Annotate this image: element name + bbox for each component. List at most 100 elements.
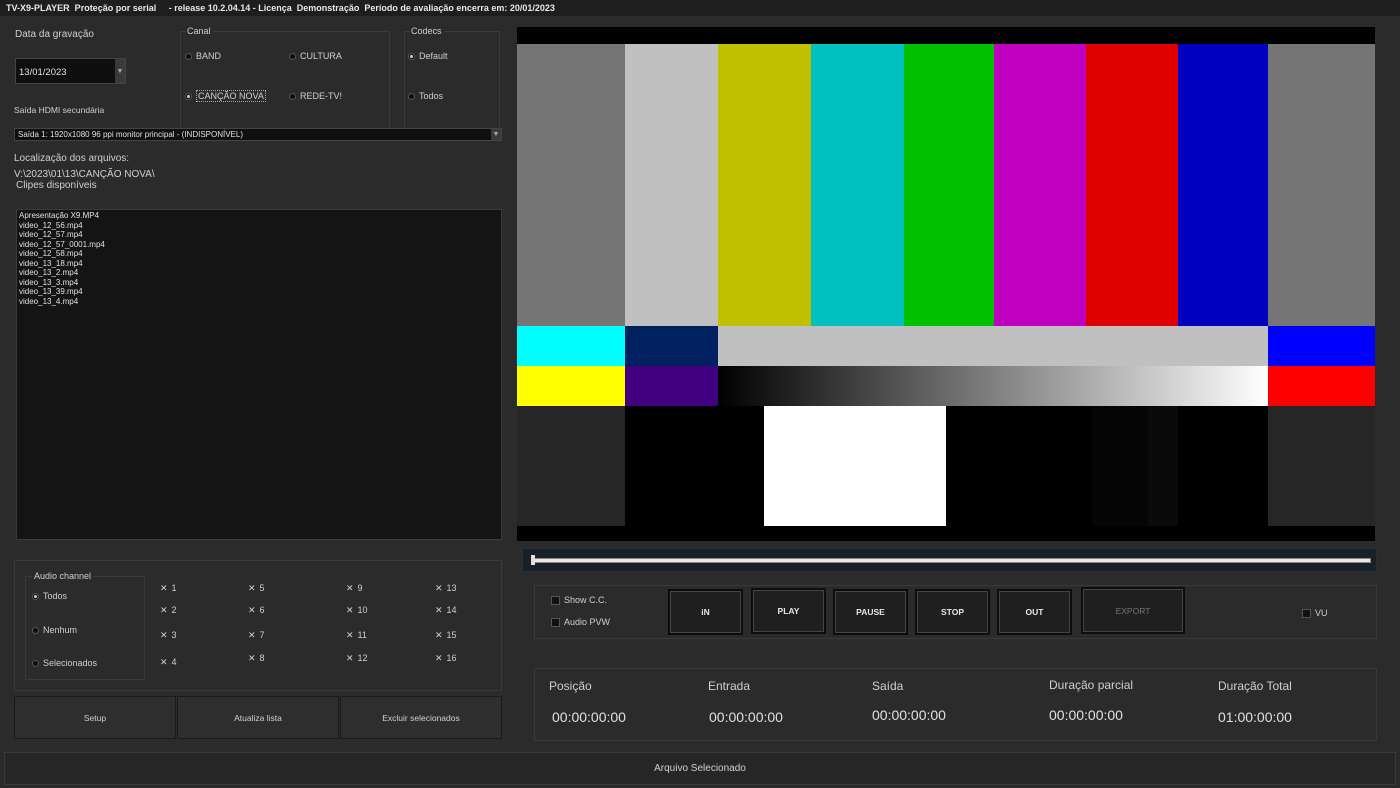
audio-channel-checkbox-12[interactable]: ✕ 12 bbox=[346, 653, 368, 664]
clips-list[interactable]: Apresentação X9.MP4 video_12_56.mp4 video_… bbox=[16, 209, 502, 540]
play-button[interactable]: PLAY bbox=[751, 588, 826, 634]
audio-channel-checkbox-5[interactable]: ✕ 5 bbox=[248, 583, 265, 594]
entry-label: Entrada bbox=[708, 679, 751, 693]
audio-pvw-checkbox[interactable]: Audio PVW bbox=[551, 617, 610, 628]
canal-option-cancao-nova[interactable]: CANÇÃO NOVA bbox=[185, 90, 266, 102]
recording-date-label: Data da gravação bbox=[15, 29, 94, 40]
checkbox-checked-icon: ✕ bbox=[346, 605, 354, 615]
delete-selected-button[interactable]: Excluir selecionados bbox=[340, 696, 502, 739]
timeline-bar bbox=[531, 558, 1371, 563]
checkbox-checked-icon: ✕ bbox=[160, 605, 168, 615]
refresh-list-button[interactable]: Atualiza lista bbox=[177, 696, 339, 739]
checkbox-icon bbox=[551, 596, 560, 606]
clip-list-item[interactable]: video_12_56.mp4 bbox=[17, 221, 501, 231]
audio-channel-title: Audio channel bbox=[32, 571, 94, 581]
clip-list-item[interactable]: video_12_57.mp4 bbox=[17, 230, 501, 240]
radio-icon bbox=[185, 53, 192, 61]
color-bar bbox=[1268, 366, 1375, 406]
clips-label: Clipes disponíveis bbox=[16, 180, 97, 191]
setup-button[interactable]: Setup bbox=[14, 696, 176, 739]
audio-channel-checkbox-9[interactable]: ✕ 9 bbox=[346, 583, 363, 594]
in-button[interactable]: iN bbox=[668, 589, 743, 635]
checkbox-checked-icon: ✕ bbox=[435, 630, 443, 640]
color-bar bbox=[1086, 44, 1178, 326]
color-bar bbox=[625, 366, 718, 406]
position-label: Posição bbox=[549, 679, 592, 693]
radio-selected-icon bbox=[185, 93, 192, 101]
recording-date-picker[interactable]: 13/01/2023 ▼ bbox=[15, 58, 126, 84]
checkbox-checked-icon: ✕ bbox=[435, 605, 443, 615]
audio-mode-nenhum[interactable]: Nenhum bbox=[32, 625, 77, 635]
vu-checkbox[interactable]: VU bbox=[1302, 608, 1328, 619]
audio-channel-checkbox-4[interactable]: ✕ 4 bbox=[160, 657, 177, 668]
checkbox-checked-icon: ✕ bbox=[160, 630, 168, 640]
clip-list-item[interactable]: Apresentação X9.MP4 bbox=[17, 211, 501, 221]
partial-duration-value: 00:00:00:00 bbox=[1049, 707, 1123, 723]
radio-icon bbox=[289, 93, 296, 101]
checkbox-checked-icon: ✕ bbox=[160, 583, 168, 593]
out-button[interactable]: OUT bbox=[997, 589, 1072, 635]
audio-channel-checkbox-8[interactable]: ✕ 8 bbox=[248, 653, 265, 664]
radio-selected-icon bbox=[408, 53, 415, 61]
chevron-down-icon[interactable]: ▼ bbox=[115, 59, 125, 83]
radio-icon bbox=[289, 53, 296, 61]
total-duration-label: Duração Total bbox=[1218, 679, 1292, 693]
chevron-down-icon[interactable]: ▼ bbox=[491, 129, 501, 140]
audio-channel-checkbox-15[interactable]: ✕ 15 bbox=[435, 630, 457, 641]
timeline-track[interactable] bbox=[522, 548, 1377, 572]
audio-channel-checkbox-2[interactable]: ✕ 2 bbox=[160, 605, 177, 616]
audio-channel-checkbox-6[interactable]: ✕ 6 bbox=[248, 605, 265, 616]
audio-channel-checkbox-1[interactable]: ✕ 1 bbox=[160, 583, 177, 594]
hdmi-label: Saída HDMI secundária bbox=[14, 105, 105, 115]
clip-list-item[interactable]: video_13_4.mp4 bbox=[17, 297, 501, 307]
audio-channel-checkbox-13[interactable]: ✕ 13 bbox=[435, 583, 457, 594]
clip-list-item[interactable]: video_12_58.mp4 bbox=[17, 249, 501, 259]
codec-option-default[interactable]: Default bbox=[408, 51, 448, 61]
audio-channel-checkbox-11[interactable]: ✕ 11 bbox=[346, 630, 367, 641]
color-bar bbox=[517, 326, 625, 366]
radio-icon bbox=[32, 627, 39, 635]
canal-title: Canal bbox=[185, 26, 213, 36]
show-cc-checkbox[interactable]: Show C.C. bbox=[551, 595, 607, 606]
checkbox-checked-icon: ✕ bbox=[346, 583, 354, 593]
audio-mode-todos[interactable]: Todos bbox=[32, 591, 67, 601]
checkbox-checked-icon: ✕ bbox=[248, 605, 256, 615]
timeline-scrubber-handle[interactable] bbox=[531, 555, 535, 565]
codecs-title: Codecs bbox=[409, 26, 444, 36]
location-path: V:\2023\01\13\CANÇÃO NOVA\ bbox=[14, 169, 155, 180]
checkbox-icon bbox=[551, 618, 560, 628]
audio-channel-checkbox-7[interactable]: ✕ 7 bbox=[248, 630, 265, 641]
export-button[interactable]: EXPORT bbox=[1081, 587, 1185, 634]
clip-list-item[interactable]: video_12_57_0001.mp4 bbox=[17, 240, 501, 250]
codec-option-todos[interactable]: Todos bbox=[408, 91, 443, 101]
audio-channel-checkbox-3[interactable]: ✕ 3 bbox=[160, 630, 177, 641]
hdmi-output-select[interactable]: Saída 1: 1920x1080 96 ppi monitor princi… bbox=[14, 128, 502, 141]
clip-list-item[interactable]: video_13_18.mp4 bbox=[17, 259, 501, 269]
checkbox-checked-icon: ✕ bbox=[346, 630, 354, 640]
stop-button[interactable]: STOP bbox=[915, 589, 990, 635]
canal-option-band[interactable]: BAND bbox=[185, 51, 221, 61]
color-bar bbox=[625, 326, 718, 366]
color-bar bbox=[1268, 326, 1375, 366]
color-bar bbox=[1148, 406, 1178, 526]
audio-channel-checkbox-16[interactable]: ✕ 16 bbox=[435, 653, 457, 664]
clip-list-item[interactable]: video_13_39.mp4 bbox=[17, 287, 501, 297]
audio-channel-checkbox-14[interactable]: ✕ 14 bbox=[435, 605, 457, 616]
partial-duration-label: Duração parcial bbox=[1049, 678, 1134, 692]
color-bar bbox=[625, 44, 718, 326]
audio-channel-checkbox-10[interactable]: ✕ 10 bbox=[346, 605, 368, 616]
radio-selected-icon bbox=[32, 593, 39, 601]
checkbox-checked-icon: ✕ bbox=[435, 583, 443, 593]
radio-icon bbox=[408, 93, 415, 101]
color-bar bbox=[1178, 44, 1268, 326]
canal-option-rede-tv[interactable]: REDE-TV! bbox=[289, 91, 342, 101]
video-preview bbox=[517, 27, 1375, 541]
clip-list-item[interactable]: video_13_2.mp4 bbox=[17, 268, 501, 278]
clip-list-item[interactable]: video_13_3.mp4 bbox=[17, 278, 501, 288]
color-bar bbox=[764, 406, 946, 526]
canal-option-cultura[interactable]: CULTURA bbox=[289, 51, 342, 61]
audio-mode-selecionados[interactable]: Selecionados bbox=[32, 658, 97, 668]
position-value: 00:00:00:00 bbox=[552, 709, 626, 725]
exit-value: 00:00:00:00 bbox=[872, 707, 946, 723]
pause-button[interactable]: PAUSE bbox=[833, 589, 908, 635]
